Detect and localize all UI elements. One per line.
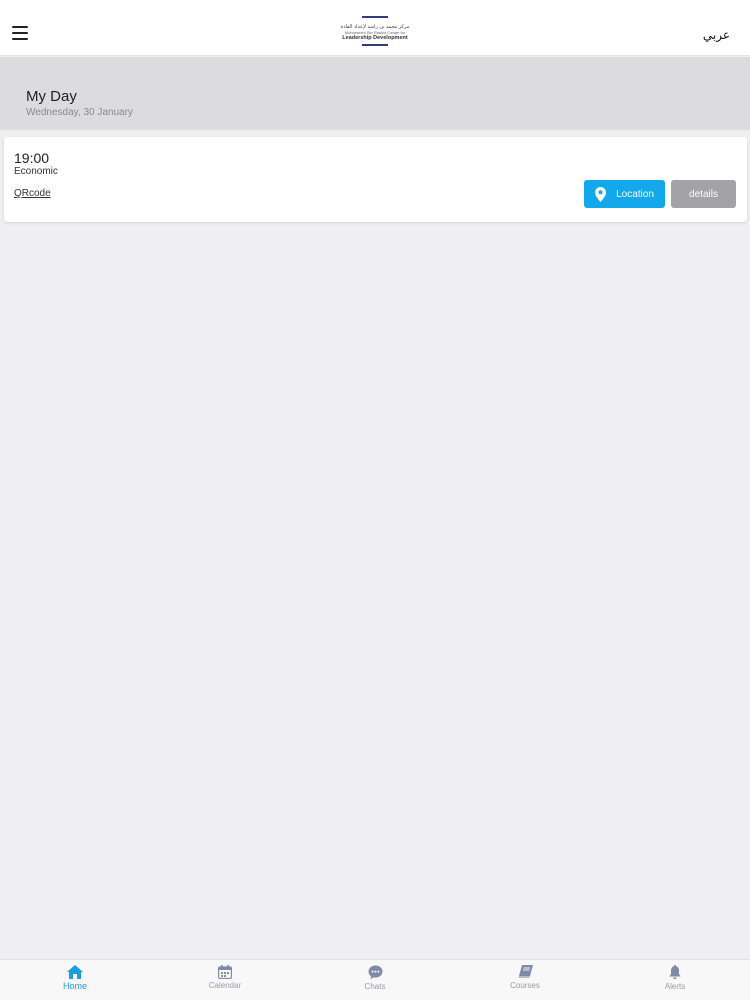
event-card: 19:00 Economic QRcode Location details	[4, 137, 747, 222]
location-button[interactable]: Location	[584, 180, 665, 208]
tab-chats[interactable]: Chats	[300, 960, 450, 1000]
event-course-name: Economic	[14, 166, 58, 177]
bell-icon	[669, 965, 681, 980]
language-toggle-button[interactable]: عربي	[703, 28, 730, 42]
book-icon	[518, 965, 533, 978]
tab-home[interactable]: Home	[0, 960, 150, 1000]
page-header: My Day Wednesday, 30 January	[0, 57, 750, 130]
logo-english-line2: Leadership Development	[342, 35, 408, 41]
location-button-label: Location	[616, 188, 654, 200]
tab-calendar[interactable]: Calendar	[150, 960, 300, 1000]
tab-home-label: Home	[62, 981, 87, 991]
logo-top-bar	[362, 16, 388, 18]
chat-icon	[368, 965, 382, 980]
details-button-label: details	[689, 188, 718, 200]
home-icon	[67, 965, 83, 979]
app-screen: مركز محمد بن راشد لإعداد القادة Mohammed…	[0, 0, 750, 1000]
qrcode-link[interactable]: QRcode	[14, 188, 51, 199]
tab-calendar-label: Calendar	[208, 981, 242, 990]
hamburger-menu-icon[interactable]	[12, 26, 28, 40]
tab-alerts-label: Alerts	[664, 982, 686, 991]
bottom-tab-bar: Home Calendar Chats Courses Alerts	[0, 959, 750, 1000]
app-logo: مركز محمد بن راشد لإعداد القادة Mohammed…	[335, 16, 415, 54]
event-time: 19:00	[14, 150, 50, 166]
details-button[interactable]: details	[671, 180, 736, 208]
page-date: Wednesday, 30 January	[26, 107, 133, 118]
top-bar: مركز محمد بن راشد لإعداد القادة Mohammed…	[0, 0, 750, 56]
tab-courses[interactable]: Courses	[450, 960, 600, 1000]
map-pin-icon	[595, 186, 607, 202]
tab-courses-label: Courses	[510, 981, 540, 990]
calendar-icon	[218, 965, 232, 979]
tab-alerts[interactable]: Alerts	[600, 960, 750, 1000]
tab-chats-label: Chats	[364, 982, 386, 991]
page-title: My Day	[26, 88, 77, 105]
logo-bottom-bar	[362, 44, 388, 46]
